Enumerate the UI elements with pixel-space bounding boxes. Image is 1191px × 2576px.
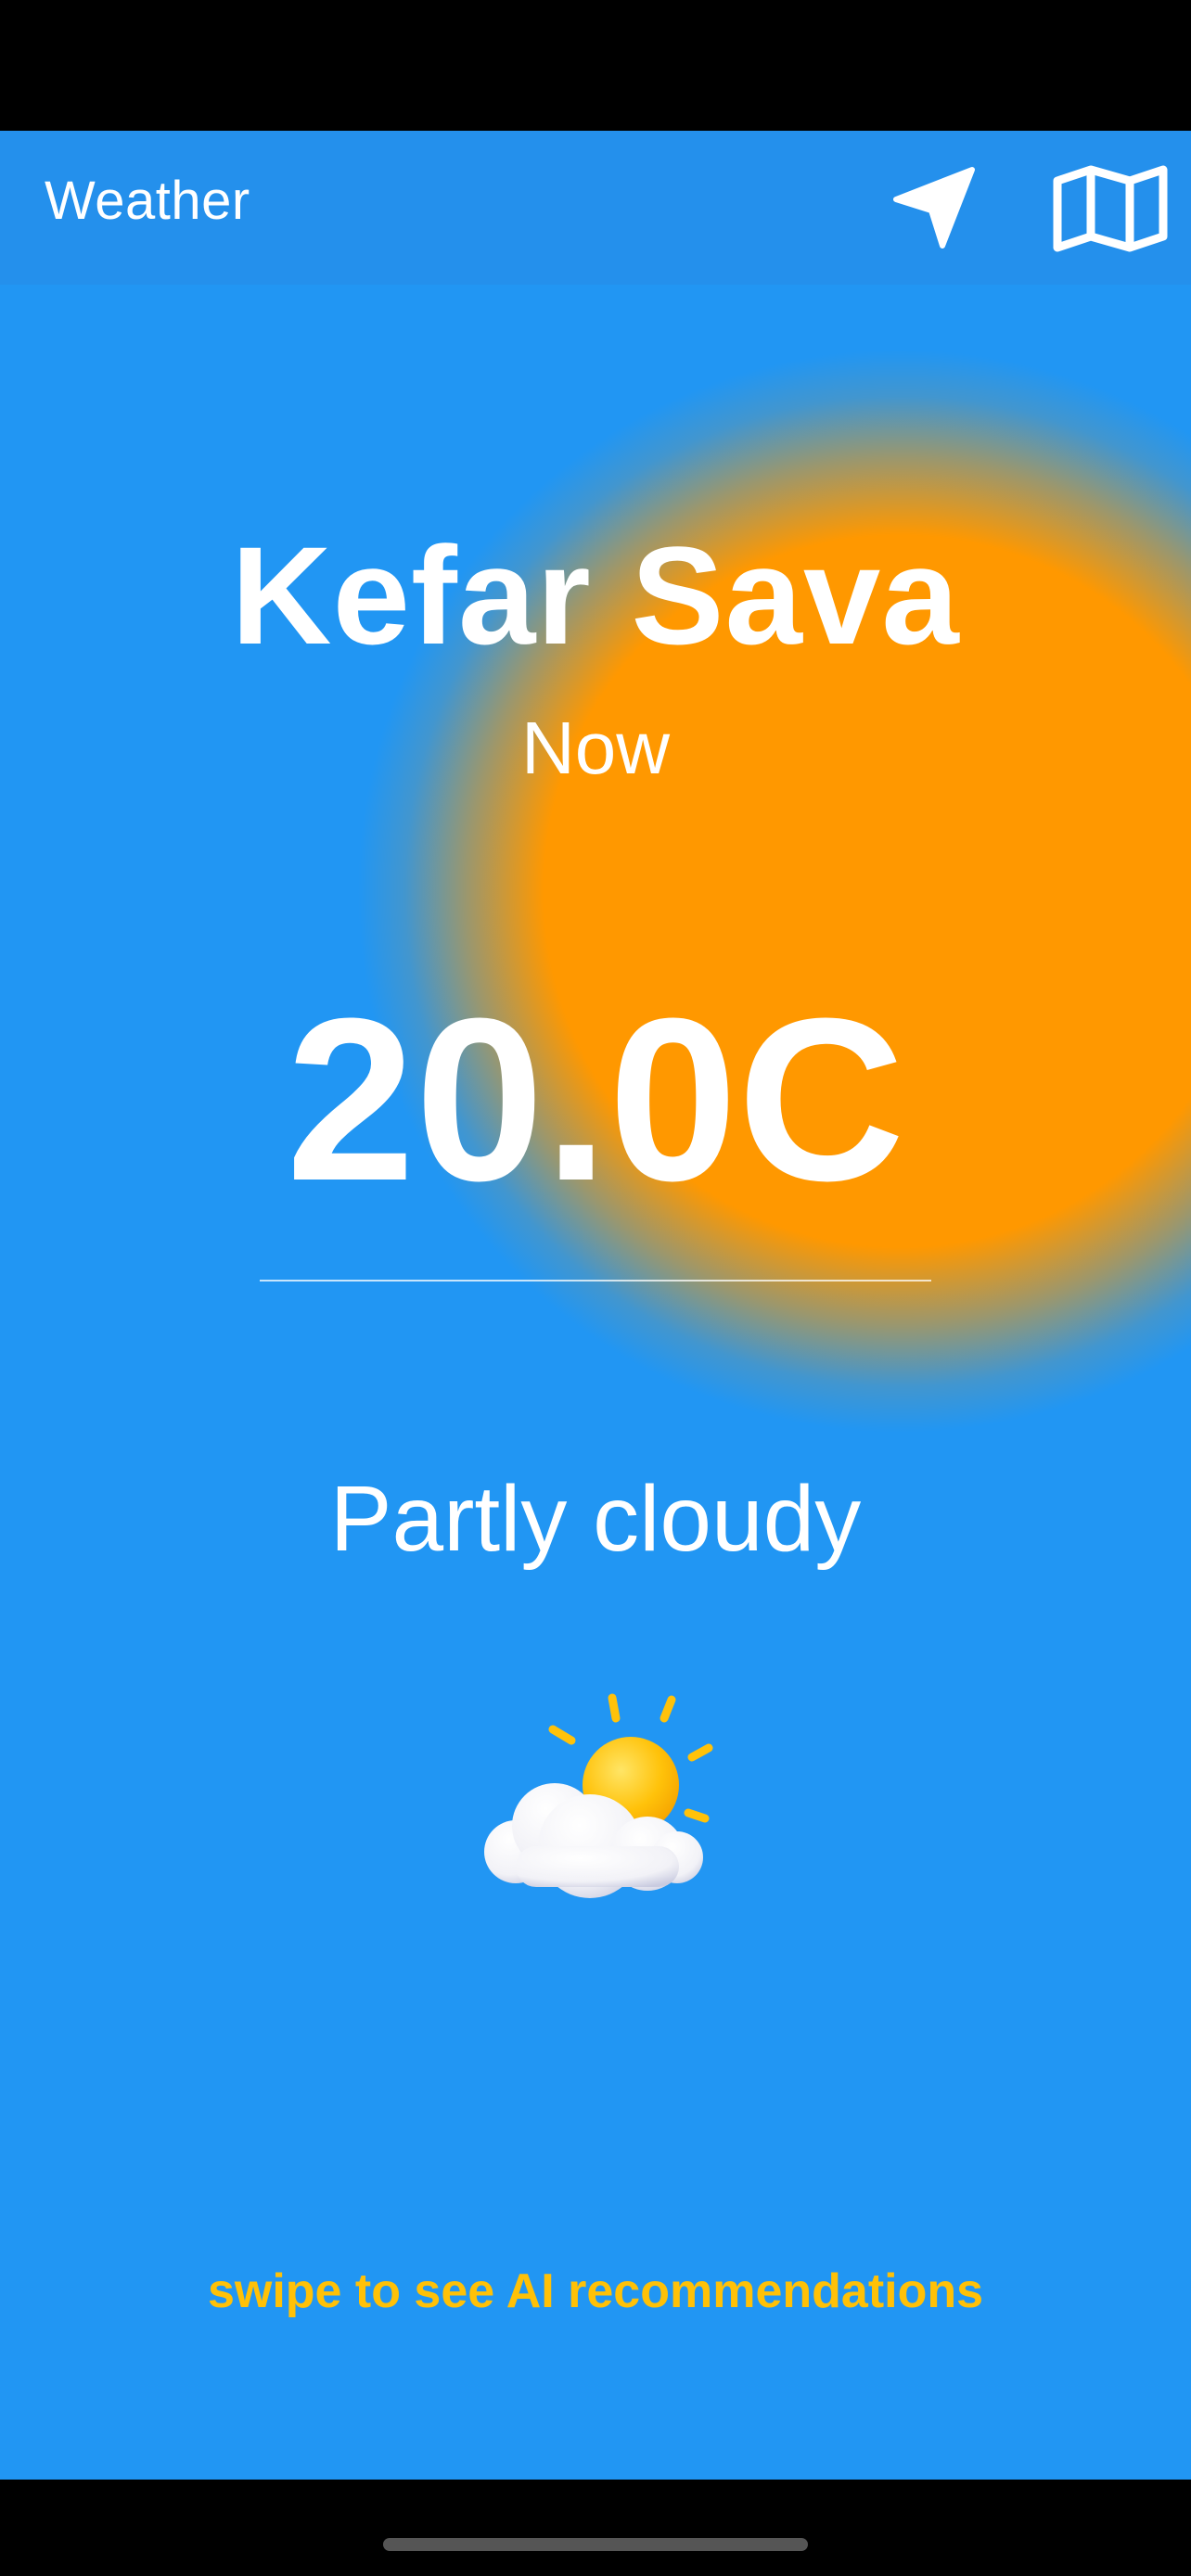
status-bar: [0, 0, 1191, 131]
bottom-bar: [0, 2480, 1191, 2576]
partly-cloudy-icon: [462, 1689, 731, 1920]
condition-text: Partly cloudy: [329, 1467, 862, 1571]
app-bar: Weather: [0, 131, 1191, 285]
home-indicator[interactable]: [383, 2538, 808, 2551]
map-icon[interactable]: [1052, 164, 1171, 253]
sun-glow-background: [352, 344, 1191, 1438]
app-title: Weather: [45, 171, 250, 231]
temperature-value: 20.0C: [286, 970, 905, 1229]
city-name: Kefar Sava: [231, 517, 960, 673]
time-label: Now: [520, 707, 671, 789]
location-arrow-icon[interactable]: [890, 164, 980, 253]
weather-app[interactable]: Weather Kefar Sava Now 20.0C Partly clou…: [0, 131, 1191, 2480]
phone-screen: Weather Kefar Sava Now 20.0C Partly clou…: [0, 0, 1191, 2576]
swipe-hint[interactable]: swipe to see AI recommendations: [0, 2264, 1191, 2319]
divider: [260, 1280, 931, 1282]
